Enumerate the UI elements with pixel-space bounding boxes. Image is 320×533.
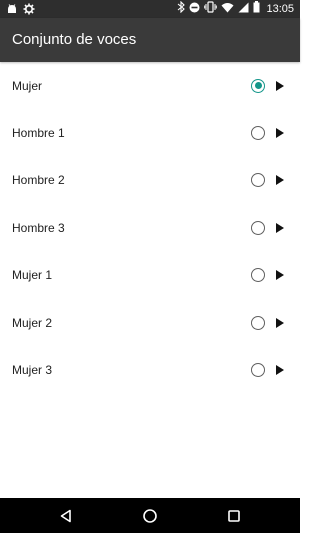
voice-radio[interactable] (251, 363, 265, 378)
voice-radio[interactable] (251, 315, 265, 330)
play-icon[interactable] (276, 222, 284, 233)
voice-row[interactable]: Hombre 1 (0, 109, 300, 156)
recents-icon[interactable] (225, 507, 243, 525)
voice-row[interactable]: Mujer (0, 62, 300, 109)
voice-radio[interactable] (251, 173, 265, 188)
signal-icon (238, 0, 249, 18)
play-icon[interactable] (276, 175, 284, 186)
status-time: 13:05 (266, 3, 294, 15)
voice-radio[interactable] (251, 268, 265, 283)
bluetooth-icon (177, 0, 186, 18)
wifi-icon (221, 0, 234, 18)
voice-radio[interactable] (251, 126, 265, 141)
voice-label: Mujer (12, 78, 43, 93)
voice-list: Mujer Hombre 1 Hombre 2 Hombre 3 Mujer 1… (0, 62, 300, 394)
voice-label: Mujer 1 (12, 268, 53, 283)
voice-row[interactable]: Mujer 3 (0, 346, 300, 393)
voice-row[interactable]: Mujer 2 (0, 299, 300, 346)
voice-label: Mujer 2 (12, 315, 53, 330)
do-not-disturb-icon (189, 0, 200, 18)
voice-radio[interactable] (251, 220, 265, 235)
play-icon[interactable] (276, 80, 284, 91)
voice-label: Hombre 1 (12, 126, 65, 141)
navigation-bar (0, 498, 300, 533)
voice-label: Hombre 2 (12, 173, 65, 188)
play-icon[interactable] (276, 365, 284, 376)
voice-label: Hombre 3 (12, 220, 65, 235)
play-icon[interactable] (276, 270, 284, 281)
home-icon[interactable] (141, 507, 159, 525)
battery-icon (253, 0, 260, 18)
voice-row[interactable]: Mujer 1 (0, 252, 300, 299)
voice-row[interactable]: Hombre 3 (0, 204, 300, 251)
vibrate-icon (204, 0, 218, 18)
app-bar: Conjunto de voces (0, 18, 300, 62)
status-bar: 13:05 (0, 0, 300, 18)
back-icon[interactable] (57, 507, 75, 525)
status-right-icons: 13:05 (177, 0, 294, 18)
play-icon[interactable] (276, 128, 284, 139)
play-icon[interactable] (276, 317, 284, 328)
page-title: Conjunto de voces (12, 31, 137, 48)
voice-row[interactable]: Hombre 2 (0, 157, 300, 204)
voice-label: Mujer 3 (12, 363, 53, 378)
voice-radio[interactable] (251, 78, 265, 93)
